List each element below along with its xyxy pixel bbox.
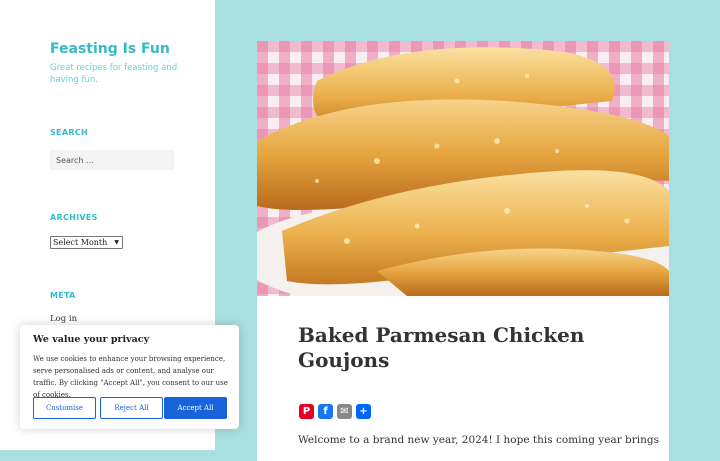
share-icon[interactable]: + (356, 404, 371, 419)
accept-all-button[interactable]: Accept All (164, 397, 227, 419)
share-buttons: P f ✉ + (299, 404, 371, 419)
cookie-banner-text: We use cookies to enhance your browsing … (33, 355, 228, 399)
post-title[interactable]: Baked Parmesan Chicken Goujons (298, 323, 618, 373)
featured-image[interactable] (257, 41, 669, 296)
customise-button[interactable]: Customise (33, 397, 96, 419)
reject-all-button[interactable]: Reject All (100, 397, 163, 419)
chevron-down-icon: ▼ (114, 239, 119, 246)
chicken-goujons-image (257, 41, 669, 296)
site-description: Great recipes for feasting and having fu… (50, 63, 178, 85)
pinterest-icon[interactable]: P (299, 404, 314, 419)
archives-widget-heading: ARCHIVES (50, 213, 98, 222)
search-widget-heading: SEARCH (50, 128, 88, 137)
archives-select-value: Select Month (53, 238, 108, 247)
login-link[interactable]: Log in (50, 314, 77, 324)
post-excerpt: Welcome to a brand new year, 2024! I hop… (298, 434, 660, 446)
site-title[interactable]: Feasting Is Fun (50, 41, 170, 57)
cookie-consent-banner: We value your privacy We use cookies to … (20, 325, 239, 429)
search-input[interactable] (50, 150, 174, 170)
facebook-icon[interactable]: f (318, 404, 333, 419)
archives-select[interactable]: Select Month ▼ (50, 236, 123, 249)
meta-widget-heading: META (50, 291, 76, 300)
cookie-banner-title: We value your privacy (33, 334, 150, 345)
post-card: Baked Parmesan Chicken Goujons P f ✉ + W… (257, 41, 669, 461)
email-icon[interactable]: ✉ (337, 404, 352, 419)
